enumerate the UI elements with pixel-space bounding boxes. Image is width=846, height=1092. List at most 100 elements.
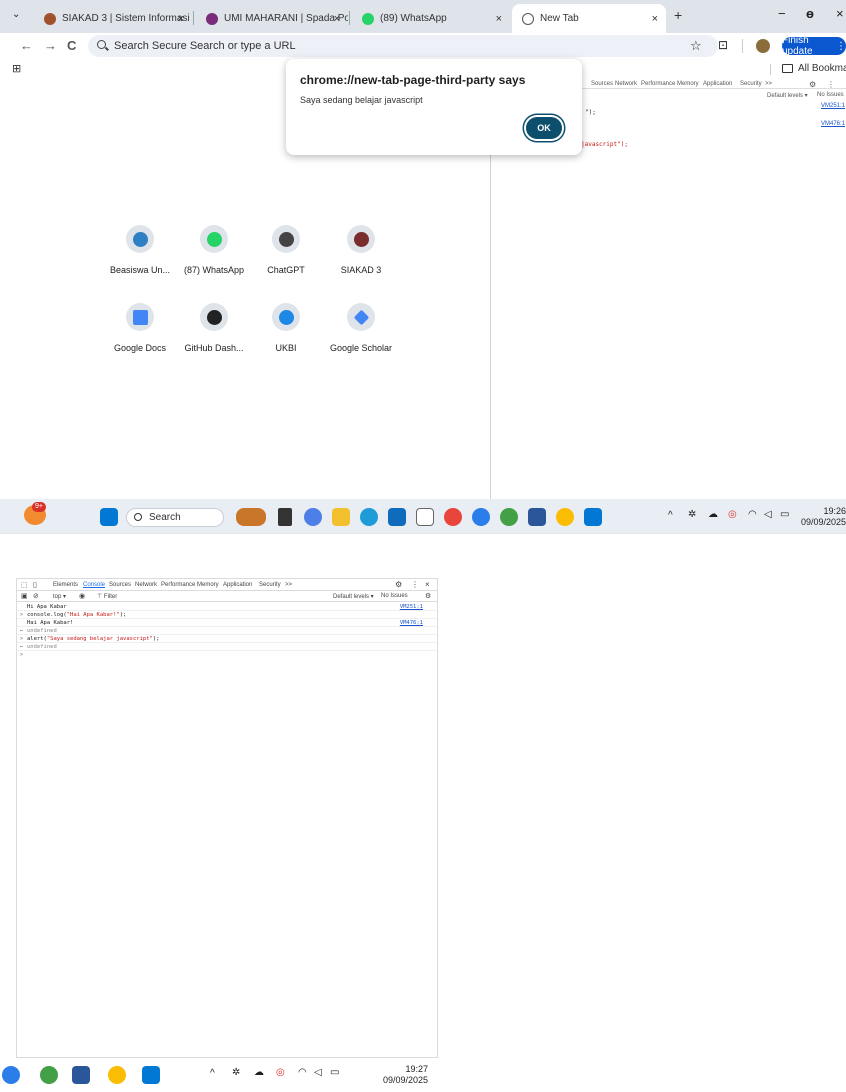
- tab-network[interactable]: Network: [615, 81, 637, 87]
- ok-button[interactable]: OK: [526, 117, 562, 139]
- more-options-icon[interactable]: ⋮: [411, 580, 419, 589]
- shortcut-ukbi[interactable]: UKBI: [246, 303, 326, 353]
- source-link[interactable]: VM476:1: [400, 620, 423, 626]
- word-icon[interactable]: [528, 508, 546, 526]
- tab-security[interactable]: Security: [259, 582, 281, 588]
- wifi-icon[interactable]: ◠: [298, 1067, 307, 1078]
- app-icon[interactable]: [2, 1066, 20, 1084]
- tab-elements[interactable]: Elements: [53, 582, 78, 588]
- taskbar-search[interactable]: Search: [126, 508, 224, 527]
- more-options-icon[interactable]: ⋮: [827, 80, 835, 89]
- cloud-icon[interactable]: ☁: [254, 1067, 264, 1078]
- bookmark-star-icon[interactable]: ☆: [690, 38, 702, 54]
- tab-security[interactable]: Security: [740, 81, 762, 87]
- shortcut-chatgpt[interactable]: ChatGPT: [246, 225, 326, 275]
- more-tabs-button[interactable]: >>: [765, 81, 772, 87]
- close-tab-icon[interactable]: ×: [652, 13, 658, 25]
- vscode-icon[interactable]: [142, 1066, 160, 1084]
- tab-memory[interactable]: Memory: [677, 81, 699, 87]
- chrome-profile-icon[interactable]: [500, 508, 518, 526]
- tab-application[interactable]: Application: [703, 81, 732, 87]
- finish-update-button[interactable]: Finish update ⋮: [782, 35, 846, 57]
- chevron-up-icon[interactable]: ^: [668, 510, 673, 521]
- app-icon[interactable]: [472, 508, 490, 526]
- edge-icon[interactable]: [360, 508, 378, 526]
- battery-icon[interactable]: ▭: [780, 509, 789, 520]
- tray-app-icon[interactable]: ✲: [232, 1067, 240, 1078]
- close-tab-icon[interactable]: ×: [334, 13, 340, 25]
- volume-icon[interactable]: ◁: [764, 509, 772, 520]
- apps-grid-icon[interactable]: ⊞: [12, 62, 21, 75]
- shortcut-siakad[interactable]: SIAKAD 3: [321, 225, 401, 275]
- console-settings-icon[interactable]: ⚙: [425, 592, 431, 600]
- chrome-profile-2-icon[interactable]: [556, 508, 574, 526]
- task-view-icon[interactable]: [278, 508, 292, 526]
- tab-performance[interactable]: Performance: [641, 81, 675, 87]
- tab-application[interactable]: Application: [223, 582, 252, 588]
- file-explorer-icon[interactable]: [332, 508, 350, 526]
- minimize-button[interactable]: −: [778, 6, 786, 21]
- source-link[interactable]: VM251:1: [821, 103, 845, 109]
- tab-console[interactable]: Console: [83, 582, 105, 588]
- shortcut-google-scholar[interactable]: Google Scholar: [321, 303, 401, 353]
- source-link[interactable]: VM251:1: [400, 604, 423, 610]
- tab-network[interactable]: Network: [135, 582, 157, 588]
- tab-sources[interactable]: Sources: [591, 81, 613, 87]
- close-devtools-icon[interactable]: ×: [425, 580, 430, 589]
- context-selector[interactable]: top ▾: [53, 593, 66, 600]
- chrome-icon[interactable]: [444, 508, 462, 526]
- tray-app-2-icon[interactable]: ◎: [276, 1067, 285, 1078]
- extensions-icon[interactable]: ⊡: [718, 38, 728, 52]
- forward-button[interactable]: →: [44, 38, 57, 53]
- restore-button[interactable]: ɵ: [806, 6, 814, 21]
- shortcut-github[interactable]: GitHub Dash...: [174, 303, 254, 353]
- inspect-icon[interactable]: ⬚: [21, 581, 28, 589]
- new-tab-button[interactable]: +: [674, 7, 682, 23]
- settings-gear-icon[interactable]: ⚙: [809, 80, 816, 89]
- tab-sources[interactable]: Sources: [109, 582, 131, 588]
- windows-start-icon[interactable]: [100, 508, 118, 526]
- log-levels-dropdown[interactable]: Default levels ▾: [333, 593, 374, 600]
- shortcut-beasiswa[interactable]: Beasiswa Un...: [100, 225, 180, 275]
- back-button[interactable]: ←: [20, 38, 33, 53]
- device-toggle-icon[interactable]: ▯: [33, 581, 37, 589]
- tab-performance[interactable]: Performance: [161, 582, 195, 588]
- store-icon[interactable]: [388, 508, 406, 526]
- all-bookmarks-link[interactable]: All Bookmarks: [798, 63, 846, 74]
- omnibox[interactable]: Search Secure Search or type a URL: [88, 35, 718, 57]
- shortcut-google-docs[interactable]: Google Docs: [100, 303, 180, 353]
- shortcut-whatsapp[interactable]: (87) WhatsApp: [174, 225, 254, 275]
- issues-counter[interactable]: No Issues: [381, 593, 408, 599]
- filter-input[interactable]: ⊤ Filter: [97, 593, 117, 600]
- clock[interactable]: 19:26 09/09/2025: [798, 506, 846, 528]
- tray-app-icon[interactable]: ✲: [688, 509, 696, 520]
- eye-icon[interactable]: ◉: [79, 592, 85, 600]
- tab-siakad[interactable]: SIAKAD 3 | Sistem Informasi Al ×: [34, 4, 192, 33]
- tab-new-tab[interactable]: New Tab ×: [512, 4, 666, 33]
- chevron-up-icon[interactable]: ^: [210, 1068, 215, 1079]
- wifi-icon[interactable]: ◠: [748, 509, 757, 520]
- settings-gear-icon[interactable]: ⚙: [395, 580, 402, 589]
- reload-button[interactable]: C: [67, 38, 76, 53]
- chrome-profile-2-icon[interactable]: [108, 1066, 126, 1084]
- vscode-icon[interactable]: [584, 508, 602, 526]
- tab-search-chevron-icon[interactable]: ⌄: [12, 9, 20, 20]
- volume-icon[interactable]: ◁: [314, 1067, 322, 1078]
- tray-app-2-icon[interactable]: ◎: [728, 509, 737, 520]
- source-link[interactable]: VM476:1: [821, 121, 845, 127]
- cloud-icon[interactable]: ☁: [708, 509, 718, 520]
- tab-whatsapp[interactable]: (89) WhatsApp ×: [352, 4, 510, 33]
- log-levels-dropdown[interactable]: Default levels ▾: [767, 92, 808, 99]
- profile-avatar[interactable]: [756, 39, 770, 53]
- tab-memory[interactable]: Memory: [197, 582, 219, 588]
- clock[interactable]: 19:27 09/09/2025: [374, 1064, 428, 1086]
- close-window-button[interactable]: ×: [836, 6, 844, 21]
- console-prompt-line[interactable]: >: [17, 651, 437, 659]
- more-tabs-button[interactable]: >>: [285, 582, 292, 588]
- close-tab-icon[interactable]: ×: [178, 13, 184, 25]
- issues-counter[interactable]: No Issues: [817, 92, 844, 98]
- tab-spada[interactable]: UMI MAHARANI | Spada Polines ×: [196, 4, 348, 33]
- close-tab-icon[interactable]: ×: [496, 13, 502, 25]
- amazon-icon[interactable]: [416, 508, 434, 526]
- word-icon[interactable]: [72, 1066, 90, 1084]
